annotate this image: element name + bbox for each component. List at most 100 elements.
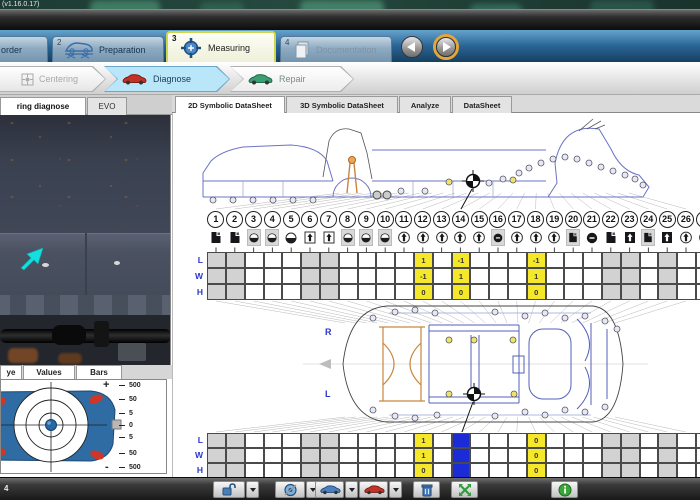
- lower-cell-W-18[interactable]: 0: [527, 448, 546, 463]
- point-circle-20[interactable]: 20: [565, 211, 582, 228]
- point-circle-14[interactable]: 14: [452, 211, 469, 228]
- lower-cell-L-2[interactable]: [226, 433, 245, 448]
- point-icon-14[interactable]: [453, 229, 467, 246]
- upper-cell-W-17[interactable]: [508, 268, 527, 284]
- upper-cell-L-5[interactable]: [282, 252, 301, 268]
- upper-cell-L-10[interactable]: [376, 252, 395, 268]
- point-icon-3[interactable]: [247, 229, 261, 246]
- lower-cell-L-4[interactable]: [264, 433, 283, 448]
- point-icon-21[interactable]: [585, 229, 599, 246]
- upper-cell-H-5[interactable]: [282, 284, 301, 300]
- point-icon-24[interactable]: [641, 229, 655, 246]
- lower-cell-W-13[interactable]: [433, 448, 452, 463]
- point-circle-22[interactable]: 22: [602, 211, 619, 228]
- upper-cell-H-9[interactable]: [358, 284, 377, 300]
- upper-cell-L-3[interactable]: [245, 252, 264, 268]
- lower-cell-L-26[interactable]: [677, 433, 696, 448]
- upper-cell-W-20[interactable]: [564, 268, 583, 284]
- lower-cell-H-3[interactable]: [245, 463, 264, 478]
- upper-cell-L-2[interactable]: [226, 252, 245, 268]
- upper-cell-L-7[interactable]: [320, 252, 339, 268]
- point-circle-13[interactable]: 13: [433, 211, 450, 228]
- upper-cell-H-15[interactable]: [470, 284, 489, 300]
- lower-cell-W-25[interactable]: [658, 448, 677, 463]
- upper-cell-H-6[interactable]: [301, 284, 320, 300]
- upper-cell-L-6[interactable]: [301, 252, 320, 268]
- lower-cell-W-22[interactable]: [602, 448, 621, 463]
- upper-cell-L-11[interactable]: [395, 252, 414, 268]
- upper-cell-W-22[interactable]: [602, 268, 621, 284]
- upper-cell-W-27[interactable]: [696, 268, 700, 284]
- point-icon-13[interactable]: [435, 229, 449, 246]
- point-circle-3[interactable]: 3: [245, 211, 262, 228]
- forward-button[interactable]: [436, 37, 456, 57]
- point-icon-23[interactable]: [623, 229, 637, 246]
- tab-order[interactable]: order: [0, 36, 48, 62]
- upper-cell-W-25[interactable]: [658, 268, 677, 284]
- upper-cell-W-23[interactable]: [621, 268, 640, 284]
- back-button[interactable]: [401, 36, 423, 58]
- upper-cell-L-1[interactable]: [207, 252, 226, 268]
- lower-cell-W-12[interactable]: 1: [414, 448, 433, 463]
- lower-cell-L-10[interactable]: [376, 433, 395, 448]
- upper-cell-W-2[interactable]: [226, 268, 245, 284]
- lower-cell-H-12[interactable]: 0: [414, 463, 433, 478]
- point-circle-4[interactable]: 4: [264, 211, 281, 228]
- point-circle-21[interactable]: 21: [583, 211, 600, 228]
- lower-cell-W-14[interactable]: [452, 448, 471, 463]
- upper-cell-W-7[interactable]: [320, 268, 339, 284]
- lock-button[interactable]: [213, 481, 245, 498]
- lower-cell-W-11[interactable]: [395, 448, 414, 463]
- point-circle-26[interactable]: 26: [677, 211, 694, 228]
- lower-cell-W-10[interactable]: [376, 448, 395, 463]
- lower-cell-H-22[interactable]: [602, 463, 621, 478]
- point-icon-18[interactable]: [529, 229, 543, 246]
- upper-cell-L-18[interactable]: -1: [527, 252, 546, 268]
- red-car-dropdown[interactable]: [389, 481, 402, 498]
- point-circle-12[interactable]: 12: [414, 211, 431, 228]
- point-circle-18[interactable]: 18: [527, 211, 544, 228]
- point-icon-17[interactable]: [510, 229, 524, 246]
- upper-cell-W-21[interactable]: [583, 268, 602, 284]
- point-icon-11[interactable]: [397, 229, 411, 246]
- lower-cell-W-23[interactable]: [621, 448, 640, 463]
- point-icon-8[interactable]: [341, 229, 355, 246]
- lower-cell-L-27[interactable]: [696, 433, 700, 448]
- lower-cell-L-23[interactable]: [621, 433, 640, 448]
- lower-cell-W-27[interactable]: [696, 448, 700, 463]
- point-circle-7[interactable]: 7: [320, 211, 337, 228]
- upper-cell-H-14[interactable]: 0: [452, 284, 471, 300]
- tab-preparation[interactable]: 2 Preparation: [52, 36, 164, 62]
- lower-cell-L-5[interactable]: [282, 433, 301, 448]
- lower-cell-L-15[interactable]: [470, 433, 489, 448]
- lower-cell-L-17[interactable]: [508, 433, 527, 448]
- upper-cell-L-22[interactable]: [602, 252, 621, 268]
- lower-cell-L-16[interactable]: [489, 433, 508, 448]
- upper-cell-H-3[interactable]: [245, 284, 264, 300]
- upper-cell-W-9[interactable]: [358, 268, 377, 284]
- point-icon-5[interactable]: [284, 229, 298, 246]
- tab-bars[interactable]: Bars: [76, 365, 122, 379]
- point-circle-10[interactable]: 10: [377, 211, 394, 228]
- lower-cell-W-6[interactable]: [301, 448, 320, 463]
- upper-cell-L-15[interactable]: [470, 252, 489, 268]
- lower-cell-L-21[interactable]: [583, 433, 602, 448]
- upper-cell-W-26[interactable]: [677, 268, 696, 284]
- lower-cell-H-18[interactable]: 0: [527, 463, 546, 478]
- lower-cell-W-1[interactable]: [207, 448, 226, 463]
- upper-cell-L-19[interactable]: [546, 252, 565, 268]
- lower-cell-L-12[interactable]: 1: [414, 433, 433, 448]
- lower-cell-H-14[interactable]: [452, 463, 471, 478]
- point-icon-10[interactable]: [378, 229, 392, 246]
- tab-3d-symbolic-datasheet[interactable]: 3D Symbolic DataSheet: [286, 96, 398, 113]
- upper-cell-W-11[interactable]: [395, 268, 414, 284]
- tab-documentation[interactable]: 4 Documentation: [280, 36, 392, 62]
- point-icon-1[interactable]: [209, 229, 223, 246]
- lower-cell-H-26[interactable]: [677, 463, 696, 478]
- upper-cell-L-21[interactable]: [583, 252, 602, 268]
- upper-cell-L-4[interactable]: [264, 252, 283, 268]
- camera-view[interactable]: [0, 115, 171, 365]
- lower-cell-W-4[interactable]: [264, 448, 283, 463]
- lower-cell-W-20[interactable]: [564, 448, 583, 463]
- lower-cell-L-20[interactable]: [564, 433, 583, 448]
